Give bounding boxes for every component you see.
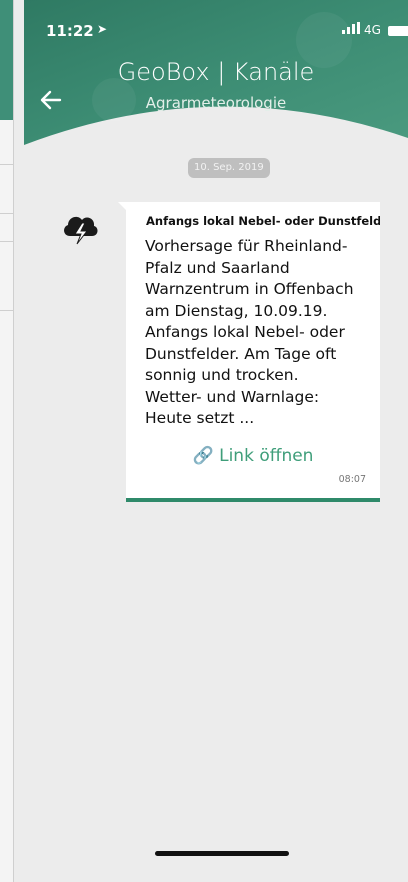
- status-bar: 11:22 ➤ 4G: [24, 0, 408, 40]
- status-time: 11:22: [46, 22, 94, 40]
- divider: [0, 213, 13, 214]
- date-badge: 10. Sep. 2019: [188, 158, 270, 178]
- message-bubble[interactable]: Anfangs lokal Nebel- oder Dunstfelder Vo…: [126, 202, 380, 502]
- divider: [0, 241, 13, 242]
- open-link-label: Link öffnen: [219, 446, 314, 466]
- page-title: GeoBox | Kanäle: [117, 58, 315, 86]
- channel-screen: 11:22 ➤ 4G GeoBox | Kanäle Agrarmeteorol…: [24, 0, 408, 882]
- previous-screen-header: [0, 0, 13, 120]
- home-indicator[interactable]: [155, 851, 289, 856]
- message-body: Vorhersage für Rheinland- Pfalz und Saar…: [145, 237, 354, 427]
- signal-icon: [342, 22, 360, 34]
- previous-screen-edge: [0, 0, 14, 882]
- divider: [0, 310, 13, 311]
- network-type: 4G: [364, 23, 381, 37]
- page-subtitle: Agrarmeteorologie: [145, 94, 287, 112]
- message-time: 08:07: [338, 474, 366, 485]
- link-icon: 🔗: [192, 446, 214, 466]
- divider: [0, 164, 13, 165]
- location-arrow-icon: ➤: [97, 22, 108, 36]
- message-accent-bar: [126, 498, 380, 502]
- thunderstorm-icon: [64, 216, 98, 245]
- battery-icon: [388, 26, 408, 36]
- open-link-button[interactable]: 🔗 Link öffnen: [126, 446, 380, 466]
- message-title: Anfangs lokal Nebel- oder Dunstfelder: [146, 214, 380, 228]
- header: 11:22 ➤ 4G GeoBox | Kanäle Agrarmeteorol…: [24, 0, 408, 150]
